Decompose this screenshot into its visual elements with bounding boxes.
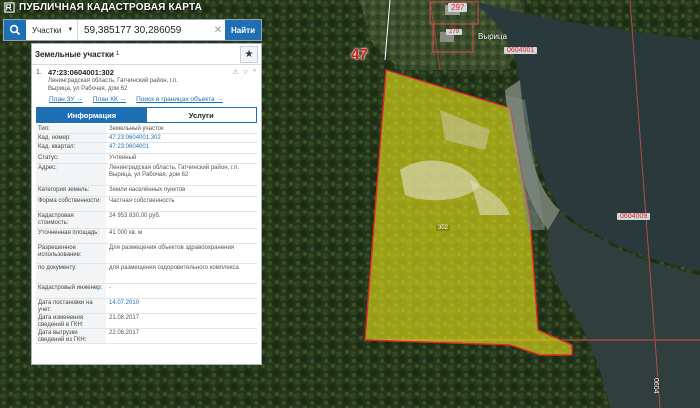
panel-header: Земельные участки 1 ★	[32, 44, 261, 65]
plan-kk-link[interactable]: План КК →	[93, 96, 126, 103]
find-button[interactable]: Найти	[225, 20, 261, 40]
parcel-address-line: Ленинградская область, Гатчинский район,…	[48, 78, 178, 84]
chevron-down-icon: ▼	[67, 27, 74, 33]
parcel-links: План ЗУ → План КК → Поиск в границах объ…	[32, 96, 261, 103]
table-row: Уточненная площадь: 41 000 кв. м	[36, 229, 257, 244]
star-icon: ★	[244, 49, 254, 60]
table-row: Категория земель: Земли населённых пункт…	[36, 186, 257, 197]
search-input[interactable]	[78, 20, 211, 40]
attr-value: 14.07.2010	[109, 300, 140, 306]
favorite-button[interactable]: ★	[240, 46, 258, 63]
attr-key: Кад. квартал:	[36, 143, 106, 153]
tab-services[interactable]: Услуги	[146, 108, 256, 122]
table-row: Форма собственности: Частная собственнос…	[36, 197, 257, 212]
tab-information[interactable]: Информация	[37, 108, 147, 122]
rosreestr-logo-icon	[4, 1, 15, 13]
quarter-label[interactable]: 0604009	[617, 213, 651, 220]
attr-value: 41 000 кв. м	[109, 230, 143, 236]
clear-icon[interactable]: ✕	[211, 20, 225, 40]
parcel-cad-number: 47:23:0604001:302	[48, 68, 114, 77]
table-row: Дата выгрузки сведений из ГКН: 22.08.201…	[36, 329, 257, 344]
attr-value: Учтенный	[109, 155, 137, 161]
search-in-bounds-link[interactable]: Поиск в границах объекта →	[136, 96, 223, 103]
table-row: Кадастровая стоимость: 24 953 830,00 руб…	[36, 212, 257, 229]
parcel-index: 1.	[36, 69, 42, 76]
quarter-label[interactable]: 0604001	[504, 47, 538, 54]
panel-tabs: Информация Услуги	[36, 107, 257, 123]
attr-key: Уточненная площадь:	[36, 229, 106, 243]
info-panel: Земельные участки 1 ★ 1. 47:23:0604001:3…	[31, 43, 262, 365]
parcel-actions: ⚠ ☆ ^	[232, 68, 257, 77]
attr-value: -	[109, 285, 111, 291]
table-row: Разрешенное использование: Для размещени…	[36, 244, 257, 264]
table-row: по документу: для размещения оздоровител…	[36, 264, 257, 284]
attr-key: Форма собственности:	[36, 197, 106, 211]
table-row: Дата изменения сведений в ГКН: 21.08.201…	[36, 314, 257, 329]
plan-zu-link[interactable]: План ЗУ →	[49, 96, 83, 103]
attr-key: Дата выгрузки сведений из ГКН:	[36, 329, 106, 343]
table-row: Статус: Учтенный	[36, 154, 257, 164]
attr-value: Частная собственность	[109, 198, 175, 204]
attr-value: Для размещения объектов здравоохранения	[109, 245, 235, 251]
attr-value: Земли населённых пунктов	[109, 187, 186, 193]
search-icon[interactable]	[4, 20, 26, 40]
table-row: Кад. квартал: 47:23:0604001	[36, 143, 257, 154]
attr-key: Статус:	[36, 154, 106, 163]
attr-key: Категория земель:	[36, 186, 106, 196]
town-label: Вырица	[478, 32, 508, 41]
attr-value: 21.08.2017	[109, 315, 140, 321]
app-title-bar: ПУБЛИЧНАЯ КАДАСТРОВАЯ КАРТА	[4, 0, 202, 14]
attribute-table: Тип: Земельный участок Кад. номер: 47:23…	[36, 125, 257, 344]
parcel-card[interactable]: 1. 47:23:0604001:302 ⚠ ☆ ^ Ленинградская…	[32, 65, 261, 93]
chevron-up-icon[interactable]: ^	[253, 69, 257, 76]
attr-key: по документу:	[36, 264, 106, 283]
table-row: Тип: Земельный участок	[36, 125, 257, 134]
attr-key: Кадастровый инженер:	[36, 284, 106, 298]
result-count: 1	[115, 51, 120, 57]
panel-title: Земельные участки	[35, 49, 114, 59]
attr-value: Ленинградская область, Гатчинский район,…	[109, 165, 239, 178]
app-title: ПУБЛИЧНАЯ КАДАСТРОВАЯ КАРТА	[19, 1, 203, 13]
attr-key: Дата постановки на учет:	[36, 299, 106, 313]
parcel-label[interactable]: 302	[436, 225, 451, 231]
warning-icon[interactable]: ⚠	[232, 69, 239, 76]
cad-number-link[interactable]: 47:23:0604001:302	[106, 134, 257, 142]
attr-value: 22.08.2017	[109, 330, 140, 336]
attr-key: Разрешенное использование:	[36, 244, 106, 263]
attr-key: Адрес:	[36, 164, 106, 185]
table-row: Адрес: Ленинградская область, Гатчинский…	[36, 164, 257, 186]
building-label: 297	[448, 3, 468, 12]
search-type-value: Участки	[32, 25, 62, 35]
attr-key: Кадастровая стоимость:	[36, 212, 106, 228]
attr-key: Дата изменения сведений в ГКН:	[36, 314, 106, 328]
attr-value: для размещения оздоровительного комплекс…	[109, 265, 239, 271]
table-row: Дата постановки на учет: 14.07.2010	[36, 299, 257, 314]
attr-key: Кад. номер:	[36, 134, 106, 142]
table-row: Кад. номер: 47:23:0604001:302	[36, 134, 257, 143]
search-type-select[interactable]: Участки ▼	[26, 20, 78, 40]
table-row: Кадастровый инженер: -	[36, 284, 257, 299]
vertical-quarter-label: 0604	[652, 378, 659, 394]
district-label[interactable]: 47	[351, 46, 368, 63]
attr-value: 24 953 830,00 руб.	[109, 213, 161, 219]
attr-value: Земельный участок	[109, 126, 164, 132]
cad-quarter-link[interactable]: 47:23:0604001	[106, 143, 257, 153]
building-label: 279	[446, 29, 463, 35]
parcel-address-line: Вырица, ул Рабочая, дом 62	[48, 86, 128, 92]
attr-key: Тип:	[36, 125, 106, 133]
star-icon[interactable]: ☆	[242, 69, 249, 76]
search-bar: Участки ▼ ✕ Найти	[3, 19, 262, 41]
